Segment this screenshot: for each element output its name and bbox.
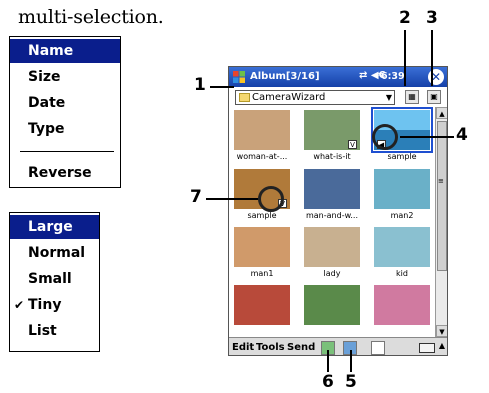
thumbnail-caption: man1 (250, 269, 274, 278)
thumbnail-item[interactable]: man1 (231, 227, 293, 284)
callout-3: 3 (426, 8, 438, 28)
section-heading: multi-selection. (18, 6, 164, 28)
send-menu[interactable]: Send (287, 342, 315, 353)
thumbnail-caption: man2 (390, 211, 414, 220)
sort-date-item[interactable]: Date (10, 91, 120, 115)
thumbnail-item[interactable]: man2 (371, 169, 433, 226)
thumbnail-item[interactable] (371, 285, 433, 342)
callout-line (404, 30, 406, 86)
highlight-circle (258, 186, 284, 212)
sort-menu: Name Size Date Type Reverse (9, 36, 121, 188)
callout-7: 7 (190, 187, 202, 207)
thumbnail-item[interactable] (231, 285, 293, 342)
scroll-up-icon[interactable]: ▲ (436, 107, 447, 119)
menu-divider (20, 151, 114, 152)
thumbnail-caption: man-and-w... (305, 211, 359, 220)
edit-menu[interactable]: Edit (232, 342, 254, 353)
callout-4: 4 (456, 125, 468, 145)
thumbnail-grid: woman-at-... V what-is-it ◀ sample V sam… (229, 107, 435, 337)
scroll-down-icon[interactable]: ▼ (436, 325, 447, 337)
app-title: Album[3/16] (250, 71, 320, 82)
callout-line (400, 136, 454, 138)
thumbnail-image (234, 227, 290, 267)
edit-image-button[interactable] (371, 341, 385, 355)
callout-line (210, 86, 234, 88)
thumbnail-item[interactable]: V what-is-it (301, 110, 363, 167)
pda-screen: Album[3/16] ⇄ ◀€ 6:39 ✕ CameraWizard ▼ ▦… (228, 66, 448, 356)
thumbnail-image (304, 169, 360, 209)
view-large-item[interactable]: Large (10, 215, 99, 239)
folder-dropdown[interactable]: CameraWizard ▼ (235, 90, 395, 105)
folder-name: CameraWizard (252, 92, 326, 103)
callout-line (431, 30, 433, 86)
windows-logo-icon[interactable] (232, 70, 246, 84)
view-tiny-label: Tiny (28, 297, 62, 313)
thumbnail-image (234, 110, 290, 150)
thumbnail-image (374, 285, 430, 325)
callout-2: 2 (399, 8, 411, 28)
checkmark-icon: ✔ (14, 298, 25, 312)
thumbnail-image (374, 169, 430, 209)
sort-button[interactable]: ▦ (405, 90, 419, 104)
thumbnail-caption: kid (396, 269, 408, 278)
thumbnail-caption: lady (323, 269, 341, 278)
sort-reverse-item[interactable]: Reverse (10, 161, 120, 185)
grip-icon: ≡ (438, 177, 444, 185)
thumbnail-image (304, 285, 360, 325)
thumbnail-caption: sample (387, 152, 417, 161)
thumbnail-caption: what-is-it (313, 152, 351, 161)
view-small-item[interactable]: Small (10, 267, 99, 291)
toolbar: CameraWizard ▼ ▦ ▣ (229, 87, 447, 107)
thumbnail-item[interactable]: woman-at-... (231, 110, 293, 167)
chevron-up-icon[interactable]: ▲ (439, 341, 445, 350)
tools-menu[interactable]: Tools (256, 342, 285, 353)
thumbnail-image (304, 227, 360, 267)
sort-type-item[interactable]: Type (10, 117, 120, 141)
view-list-item[interactable]: List (10, 319, 99, 343)
thumbnail-item[interactable]: kid (371, 227, 433, 284)
folder-icon (239, 93, 250, 102)
view-normal-item[interactable]: Normal (10, 241, 99, 265)
callout-line (350, 350, 352, 372)
thumbnail-caption: woman-at-... (236, 152, 288, 161)
vertical-scrollbar[interactable]: ▲ ≡ ▼ (435, 107, 447, 337)
clock[interactable]: 6:39 (381, 71, 405, 82)
highlight-circle (372, 124, 398, 150)
sort-name-item[interactable]: Name (10, 39, 120, 63)
command-bar: Edit Tools Send ▲ (229, 337, 447, 355)
callout-5: 5 (345, 372, 357, 392)
keyboard-icon[interactable] (419, 343, 435, 353)
video-badge-icon: V (348, 140, 357, 149)
thumbnail-caption: sample (247, 211, 277, 220)
scroll-thumb[interactable] (437, 121, 447, 271)
sort-size-item[interactable]: Size (10, 65, 120, 89)
view-button[interactable]: ▣ (427, 90, 441, 104)
callout-6: 6 (322, 372, 334, 392)
callout-1: 1 (194, 75, 206, 95)
thumbnail-item[interactable] (301, 285, 363, 342)
callout-line (206, 198, 258, 200)
thumbnail-image (374, 227, 430, 267)
title-bar: Album[3/16] ⇄ ◀€ 6:39 ✕ (229, 67, 447, 87)
thumbnail-item[interactable]: lady (301, 227, 363, 284)
view-menu: Large Normal Small ✔ Tiny List (9, 212, 100, 352)
view-tiny-item[interactable]: ✔ Tiny (10, 293, 99, 317)
thumbnail-item[interactable]: man-and-w... (301, 169, 363, 226)
chevron-down-icon: ▼ (385, 93, 392, 102)
callout-line (327, 350, 329, 372)
thumbnail-image (234, 285, 290, 325)
